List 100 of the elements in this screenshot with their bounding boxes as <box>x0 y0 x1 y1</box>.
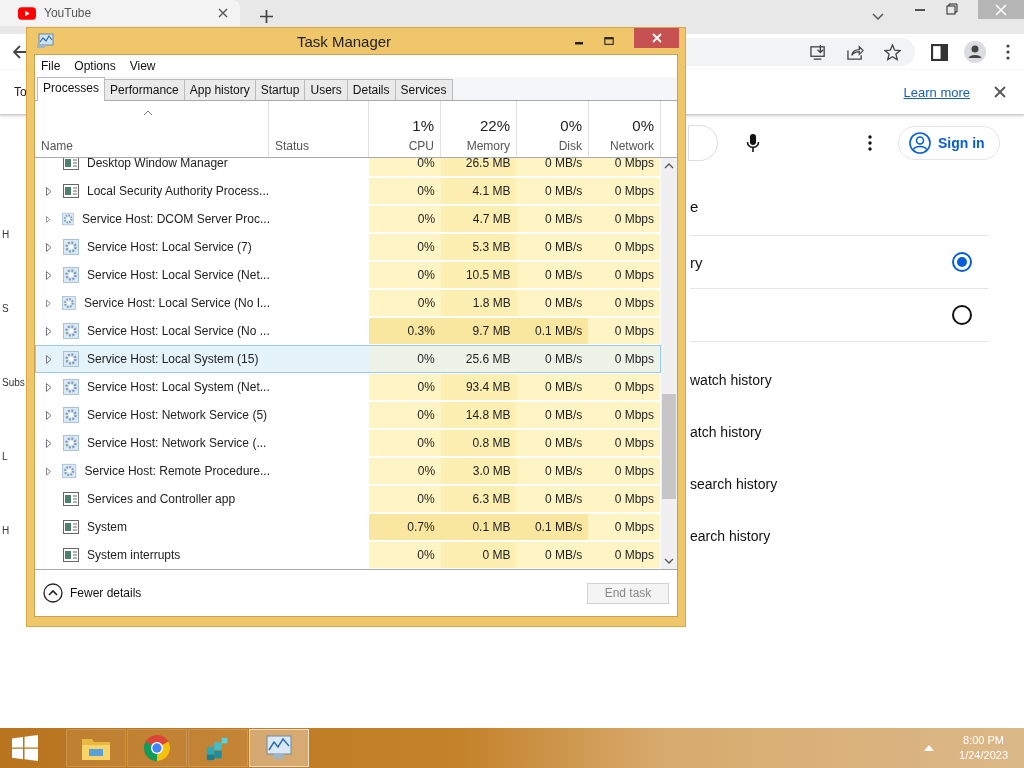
usage-cell: 0 MB/s <box>516 178 589 204</box>
process-row[interactable]: System 0.7% 0.1 MB 0.1 MB/s 0 Mbps <box>35 513 661 541</box>
column-header[interactable]: Disk <box>558 139 582 153</box>
text-fragment: H <box>1 524 11 538</box>
new-tab-icon[interactable] <box>260 10 273 23</box>
close-icon[interactable] <box>994 86 1006 98</box>
expand-arrow-icon[interactable] <box>46 410 52 420</box>
process-row[interactable]: Local Security Authority Process... 0% 4.1 MB 0 MB/s 0 Mbps <box>35 177 661 205</box>
process-row[interactable]: Service Host: Remote Procedure... 0% 3.0 MB 0 MB/s 0 Mbps <box>35 457 661 485</box>
star-icon[interactable] <box>884 43 901 61</box>
history-option[interactable]: watch history <box>690 370 988 390</box>
history-option[interactable]: atch history <box>690 422 988 442</box>
window-icon <box>63 547 79 563</box>
process-row[interactable]: Service Host: Local System (Net... 0% 93.4 MB 0 MB/s 0 Mbps <box>35 373 661 401</box>
usage-cell: 0% <box>368 542 441 568</box>
download-icon[interactable] <box>810 43 827 61</box>
usage-cell: 0% <box>368 158 441 176</box>
tab[interactable]: Users <box>304 79 348 100</box>
menu-item[interactable]: View <box>129 59 156 73</box>
chevron-down-icon[interactable] <box>872 13 884 21</box>
fewer-details-button[interactable]: Fewer details <box>43 583 142 603</box>
tab[interactable]: Performance <box>104 79 185 100</box>
windows-logo-icon[interactable] <box>12 735 38 761</box>
usage-cell: 0% <box>368 234 441 260</box>
microphone-icon[interactable] <box>746 133 760 153</box>
taskbar-app[interactable] <box>66 729 126 767</box>
usage-cell: 0 MB/s <box>516 206 589 232</box>
expand-arrow-icon[interactable] <box>46 270 52 280</box>
expand-arrow-icon[interactable] <box>46 186 52 196</box>
scrollbar[interactable] <box>661 158 677 569</box>
usage-cell: 4.7 MB <box>441 206 517 232</box>
process-row[interactable]: Service Host: Local System (15) 0% 25.6 MB 0 MB/s 0 Mbps <box>35 345 661 373</box>
expand-arrow-icon[interactable] <box>46 242 52 252</box>
scroll-up-icon[interactable] <box>664 163 674 169</box>
usage-cell: 0 MB/s <box>516 262 589 288</box>
taskbar-app[interactable] <box>127 729 187 767</box>
expand-arrow-icon[interactable] <box>46 382 52 392</box>
usage-cell: 0 MB/s <box>516 158 589 176</box>
browser-tab[interactable]: YouTube <box>0 0 240 26</box>
maximize-icon[interactable] <box>604 36 614 46</box>
process-row[interactable]: Service Host: DCOM Server Proc... 0% 4.7 MB 0 MB/s 0 Mbps <box>35 205 661 233</box>
tab[interactable]: Details <box>346 79 396 100</box>
expand-arrow-icon[interactable] <box>46 298 52 308</box>
process-row[interactable]: Service Host: Local Service (Net... 0% 10.5 MB 0 MB/s 0 Mbps <box>35 261 661 289</box>
tab[interactable]: App history <box>183 79 256 100</box>
sign-in-button[interactable]: Sign in <box>898 126 1000 160</box>
share-icon[interactable] <box>847 43 864 61</box>
history-option[interactable]: search history <box>690 474 988 494</box>
usage-cell: 1.8 MB <box>441 290 517 316</box>
text-fragment: L <box>1 450 9 464</box>
process-row[interactable]: Service Host: Local Service (No I... 0% 1.8 MB 0 MB/s 0 Mbps <box>35 289 661 317</box>
more-icon[interactable] <box>868 135 872 151</box>
learn-more-link[interactable]: Learn more <box>903 84 970 100</box>
restore-icon[interactable] <box>946 3 958 15</box>
usage-cell: 0 Mbps <box>588 458 660 484</box>
scroll-down-icon[interactable] <box>664 558 674 564</box>
taskbar-app[interactable] <box>249 729 309 767</box>
usage-cell: 0 Mbps <box>588 290 660 316</box>
process-row[interactable]: Service Host: Local Service (No ... 0.3% 9.7 MB 0.1 MB/s 0 Mbps <box>35 317 661 345</box>
column-header[interactable]: Status <box>275 139 362 153</box>
usage-cell: 0 Mbps <box>588 234 660 260</box>
profile-icon[interactable] <box>964 41 986 63</box>
more-icon[interactable] <box>1006 44 1010 60</box>
process-row[interactable]: Services and Controller app 0% 6.3 MB 0 MB/s 0 Mbps <box>35 485 661 513</box>
process-row[interactable]: Service Host: Network Service (5) 0% 14.8 MB 0 MB/s 0 Mbps <box>35 401 661 429</box>
process-name: Service Host: Local System (Net... <box>87 380 270 394</box>
menu-item[interactable]: Options <box>74 59 116 73</box>
usage-cell: 0 Mbps <box>588 178 660 204</box>
process-row[interactable]: Service Host: Network Service (... 0% 0.8 MB 0 MB/s 0 Mbps <box>35 429 661 457</box>
menu-item[interactable]: File <box>41 59 61 73</box>
expand-arrow-icon[interactable] <box>46 438 52 448</box>
expand-arrow-icon[interactable] <box>46 326 52 336</box>
expand-arrow-icon[interactable] <box>46 354 52 364</box>
column-header[interactable]: Memory <box>466 139 510 153</box>
radio-button[interactable] <box>952 305 972 325</box>
usage-cell: 0% <box>368 430 441 456</box>
column-header[interactable]: Name <box>41 139 262 153</box>
scroll-thumb[interactable] <box>662 394 676 499</box>
usage-cell: 14.8 MB <box>440 402 517 428</box>
radio-button[interactable] <box>952 252 972 272</box>
process-row[interactable]: Desktop Window Manager 0% 26.5 MB 0 MB/s 0 Mbps <box>35 158 661 177</box>
process-name: Service Host: Local Service (7) <box>87 240 252 254</box>
side-panel-icon[interactable] <box>931 43 948 61</box>
expand-arrow-icon[interactable] <box>46 214 51 224</box>
back-arrow-icon[interactable] <box>12 44 28 60</box>
tab[interactable]: Startup <box>254 79 306 100</box>
usage-total: 0% <box>632 117 654 134</box>
history-option[interactable]: earch history <box>690 526 988 546</box>
usage-total: 0% <box>560 117 582 134</box>
column-header[interactable]: CPU <box>408 139 434 153</box>
tab[interactable]: Processes <box>37 77 106 101</box>
tab[interactable]: Services <box>394 79 453 100</box>
close-icon[interactable] <box>218 8 228 18</box>
expand-arrow-icon[interactable] <box>46 466 52 476</box>
column-header[interactable]: Network <box>610 139 654 153</box>
text-fragment: H <box>1 228 11 242</box>
process-row[interactable]: System interrupts 0% 0 MB 0 MB/s 0 Mbps <box>35 541 661 569</box>
close-button[interactable] <box>634 28 679 48</box>
window-icon <box>63 183 79 199</box>
process-row[interactable]: Service Host: Local Service (7) 0% 5.3 MB 0 MB/s 0 Mbps <box>35 233 661 261</box>
